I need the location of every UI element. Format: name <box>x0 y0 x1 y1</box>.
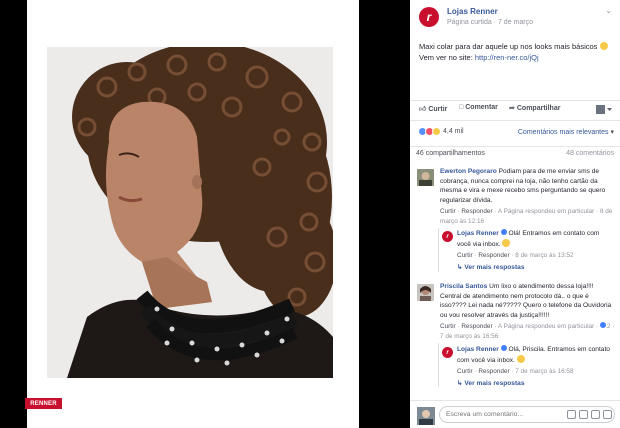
share-label: Compartilhar <box>516 105 561 112</box>
comment-input[interactable] <box>439 406 615 423</box>
shares-count[interactable]: 46 compartilhamentos <box>416 150 485 157</box>
comment-sort-dropdown[interactable]: Comentários mais relevantes ▾ <box>518 128 614 136</box>
renner-watermark-text: RENNER <box>30 400 57 407</box>
comment-reply-link[interactable]: Responder <box>461 323 492 330</box>
caption-cta: Vem ver no site: <box>419 53 473 62</box>
post-meta: Página curtida · 7 de março <box>447 19 533 26</box>
current-user-avatar <box>417 407 435 425</box>
share-icon: ➦ <box>509 105 515 112</box>
post-stats: 46 compartilhamentos 48 comentários <box>410 146 620 161</box>
comment-time[interactable]: 7 de março às 16:56 <box>440 333 498 340</box>
comment-sort-label: Comentários mais relevantes <box>517 129 609 136</box>
comment-reply-link[interactable]: Responder <box>461 208 492 215</box>
comments-list: Ewerton Pegoraro Podiam para de me envia… <box>410 164 620 399</box>
emoji-picker-icon[interactable] <box>567 410 576 419</box>
post-as-selector-icon[interactable] <box>596 105 612 114</box>
more-replies-link[interactable]: ↳ Ver mais respostas <box>457 379 525 387</box>
page-reply-avatar[interactable]: r <box>442 231 453 242</box>
model-with-necklace-image <box>47 47 333 378</box>
avatar-photo-icon <box>417 284 434 301</box>
smiley-emoji-icon <box>516 354 525 363</box>
photo-stage: RENNER <box>0 0 410 428</box>
post-link[interactable]: http://ren-ner.co/jQj <box>475 53 539 62</box>
reply-arrow-icon: ↳ <box>457 380 463 387</box>
reply-reply-link[interactable]: Responder <box>478 252 509 259</box>
verified-badge-icon <box>500 229 507 235</box>
reply-like-link[interactable]: Curtir <box>457 368 473 375</box>
more-replies-label: Ver mais respostas <box>464 264 525 271</box>
reply-author[interactable]: Lojas Renner <box>457 346 499 353</box>
photo-viewer: RENNER r Lojas Renner Página curtida · 7… <box>0 0 620 428</box>
reaction-count[interactable]: 4,4 mil <box>443 128 464 135</box>
comment-icon: □ <box>459 104 464 111</box>
comment-button[interactable]: □ Comentar <box>459 104 498 111</box>
comments-count: 48 comentários <box>566 150 614 157</box>
wow-reaction-icon <box>432 127 441 136</box>
reply-arrow-icon: ↳ <box>457 264 463 271</box>
post-header: r Lojas Renner Página curtida · 7 de mar… <box>410 0 620 36</box>
comment-like-link[interactable]: Curtir <box>440 208 456 215</box>
post-caption: Maxi colar para dar aquele up nos looks … <box>419 41 614 63</box>
avatar-photo-icon <box>417 407 435 425</box>
like-label: Curtir <box>428 106 448 113</box>
reply-meta: Curtir · Responder · 8 de março às 13:52 <box>457 252 574 259</box>
page-avatar-letter: r <box>426 10 432 24</box>
page-name-link[interactable]: Lojas Renner <box>447 7 498 16</box>
page-reply-avatar[interactable]: r <box>442 347 453 358</box>
comment-like-link[interactable]: Curtir <box>440 323 456 330</box>
thumbs-up-icon: 👍︎ <box>419 106 427 113</box>
reply-meta: Curtir · Responder · 7 de março às 16:58 <box>457 368 574 375</box>
page-reply-avatar-letter: r <box>446 233 449 240</box>
comment-author[interactable]: Priscila Santos <box>440 283 487 290</box>
reply-body: Lojas Renner Olá, Priscila. Entramos em … <box>457 345 615 365</box>
reply-time[interactable]: 7 de março às 16:58 <box>515 368 573 375</box>
comment-composer <box>410 400 620 428</box>
smiley-emoji-icon <box>502 238 511 247</box>
reply-reply-link[interactable]: Responder <box>478 368 509 375</box>
reply-body: Lojas Renner Olá! Entramos em contato co… <box>457 229 615 249</box>
like-button[interactable]: 👍︎ Curtir <box>419 104 447 113</box>
comment-meta: Curtir · Responder · A Página respondeu … <box>440 322 615 340</box>
reactions-row: 4,4 mil Comentários mais relevantes ▾ <box>410 120 620 138</box>
reply-thread-line <box>438 228 439 272</box>
comment-author[interactable]: Ewerton Pegoraro <box>440 168 497 175</box>
comment-body: Priscila Santos Um lixo o atendimento de… <box>440 282 615 320</box>
page-reply-avatar-letter: r <box>446 349 449 356</box>
gif-icon[interactable] <box>591 410 600 419</box>
comment-reaction-count[interactable]: 2 <box>607 323 611 330</box>
chevron-down-icon[interactable]: ⌄ <box>605 6 612 15</box>
page-avatar[interactable]: r <box>419 7 439 27</box>
reply-author[interactable]: Lojas Renner <box>457 230 499 237</box>
camera-icon[interactable] <box>579 410 588 419</box>
reply-like-link[interactable]: Curtir <box>457 252 473 259</box>
like-reaction-icon <box>599 322 606 328</box>
page-replied-note: A Página respondeu em particular <box>497 208 595 215</box>
renner-watermark: RENNER <box>25 398 62 409</box>
share-button[interactable]: ➦ Compartilhar <box>509 104 560 112</box>
verified-badge-icon <box>500 345 507 351</box>
commenter-avatar[interactable] <box>417 284 434 301</box>
post-sidebar: r Lojas Renner Página curtida · 7 de mar… <box>410 0 620 428</box>
comment: Priscila Santos Um lixo o atendimento de… <box>410 281 620 395</box>
comment-label: Comentar <box>465 104 498 111</box>
avatar-photo-icon <box>417 169 434 186</box>
caption-text: Maxi colar para dar aquele up nos looks … <box>419 42 598 51</box>
sticker-icon[interactable] <box>603 410 612 419</box>
more-replies-label: Ver mais respostas <box>464 380 525 387</box>
comment-body: Ewerton Pegoraro Podiam para de me envia… <box>440 167 615 205</box>
page-replied-note: A Página respondeu em particular <box>497 323 595 330</box>
more-replies-link[interactable]: ↳ Ver mais respostas <box>457 263 525 271</box>
reply-thread-line <box>438 343 439 387</box>
post-actions: 👍︎ Curtir □ Comentar ➦ Compartilhar <box>410 100 620 116</box>
commenter-avatar[interactable] <box>417 169 434 186</box>
comment-meta: Curtir · Responder · A Página respondeu … <box>440 208 613 225</box>
reply-time[interactable]: 8 de março às 13:52 <box>515 252 573 259</box>
post-photo[interactable] <box>47 47 333 378</box>
comment: Ewerton Pegoraro Podiam para de me envia… <box>410 164 620 276</box>
smiley-emoji-icon <box>599 42 608 50</box>
